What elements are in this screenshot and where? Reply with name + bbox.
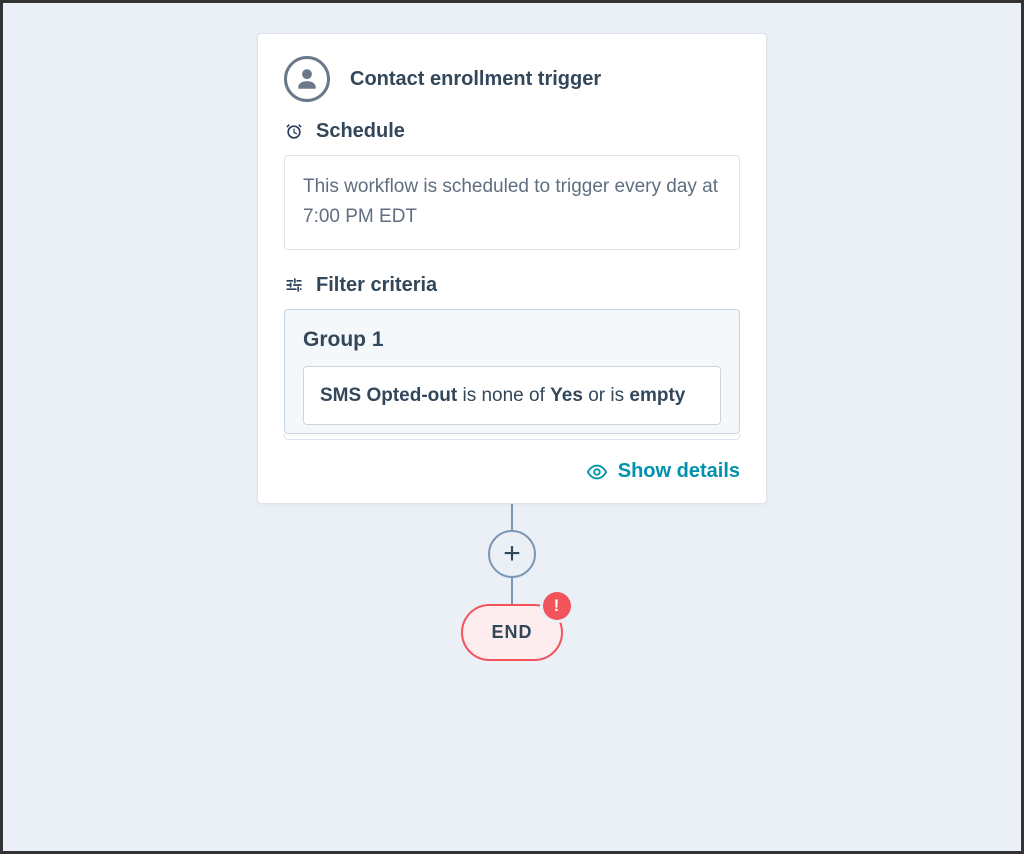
filter-criteria-item[interactable]: SMS Opted-out is none of Yes or is empty [303, 366, 721, 425]
connector-line [511, 504, 513, 530]
eye-icon [586, 461, 608, 483]
show-details-button[interactable]: Show details [586, 460, 740, 483]
filter-label-row: Filter criteria [284, 274, 740, 297]
exclamation-icon: ! [554, 596, 560, 616]
connector-line [511, 578, 513, 604]
contact-icon [284, 56, 330, 102]
schedule-section: Schedule This workflow is scheduled to t… [258, 120, 766, 274]
trigger-card-title: Contact enrollment trigger [350, 68, 601, 91]
add-step-button[interactable]: + [488, 530, 536, 578]
workflow-canvas: Contact enrollment trigger Schedule This… [3, 3, 1021, 851]
schedule-description: This workflow is scheduled to trigger ev… [284, 155, 740, 250]
sliders-icon [284, 275, 304, 295]
filter-group-title: Group 1 [303, 328, 721, 352]
end-node-wrap: END ! [461, 604, 562, 661]
plus-icon: + [503, 539, 521, 569]
trigger-card-footer: Show details [258, 446, 766, 503]
schedule-label-row: Schedule [284, 120, 740, 143]
show-details-label: Show details [618, 460, 740, 483]
filter-criteria-text: SMS Opted-out is none of Yes or is empty [320, 385, 685, 406]
alert-badge[interactable]: ! [543, 592, 571, 620]
trigger-card-header: Contact enrollment trigger [258, 34, 766, 120]
filter-group[interactable]: Group 1 SMS Opted-out is none of Yes or … [284, 309, 740, 434]
truncated-content-indicator [284, 434, 740, 440]
filter-section: Filter criteria Group 1 SMS Opted-out is… [258, 274, 766, 434]
schedule-label: Schedule [316, 120, 405, 143]
end-label: END [491, 622, 532, 642]
filter-label: Filter criteria [316, 274, 437, 297]
trigger-card[interactable]: Contact enrollment trigger Schedule This… [257, 33, 767, 504]
clock-icon [284, 122, 304, 142]
